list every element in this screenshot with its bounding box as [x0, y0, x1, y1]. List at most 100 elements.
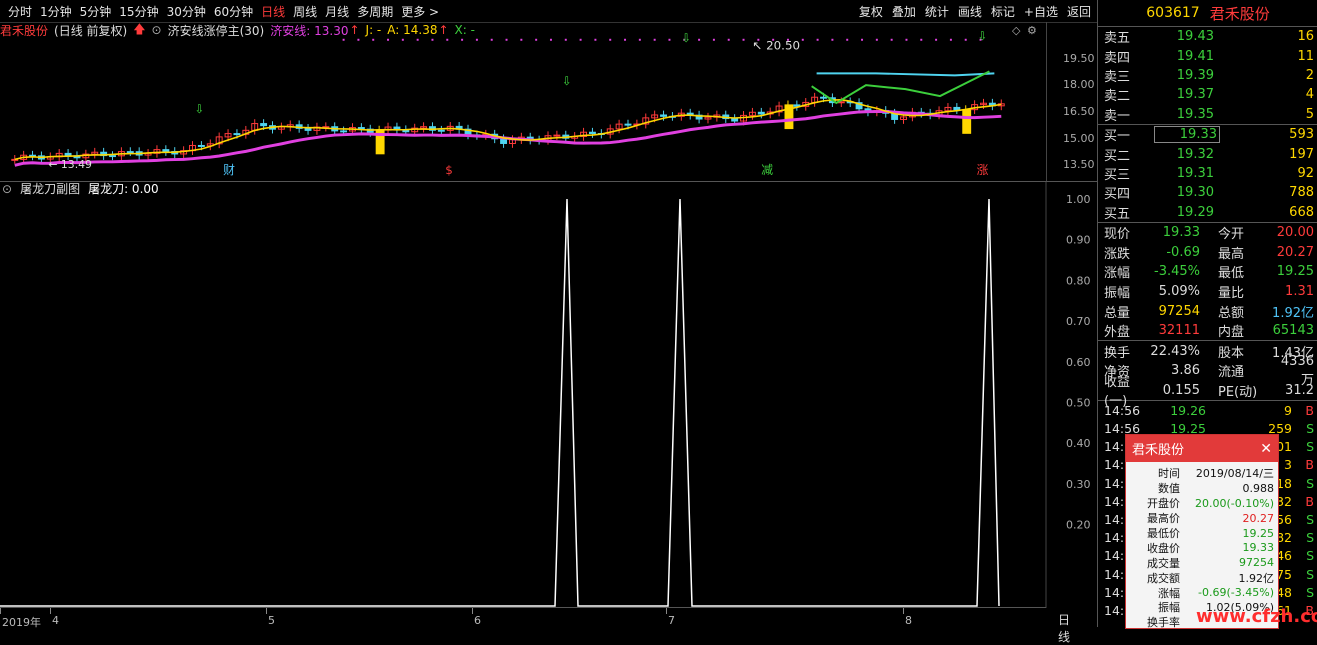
signal-dot [535, 38, 538, 41]
popup-row: 最低价 19.25 [1126, 526, 1278, 541]
tool-button[interactable]: 画线 [958, 3, 982, 20]
tool-button[interactable]: 标记 [991, 3, 1015, 20]
period-tab[interactable]: 月线 [325, 3, 349, 20]
tool-button[interactable]: 复权 [859, 3, 883, 20]
period-tab[interactable]: 30分钟 [167, 3, 206, 20]
period-tab[interactable]: 15分钟 [119, 3, 158, 20]
signal-dot [416, 38, 419, 41]
formula-name[interactable]: 济安线涨停主(30) [168, 22, 265, 39]
candle-body [731, 118, 739, 122]
jal-value: 济安线: 13.30 [270, 23, 349, 38]
quote-row: 收益(一) 0.155 PE(动) 31.2 [1098, 375, 1317, 409]
signal-dot [549, 38, 552, 41]
period-tab[interactable]: 1分钟 [40, 3, 72, 20]
chart-header: 君禾股份 (日线 前复权) 🡅 ⊙ 济安线涨停主(30) 济安线: 13.30 … [0, 22, 475, 38]
sub-tick-label: 1.00 [1066, 193, 1091, 206]
candle-body [126, 151, 134, 154]
close-icon[interactable]: ✕ [1260, 441, 1272, 457]
period-tab[interactable]: 周线 [293, 3, 317, 20]
tool-button[interactable]: 叠加 [892, 3, 916, 20]
tick-time: 14:56 [1104, 402, 1141, 418]
price-tick-label: 19.50 [1063, 52, 1095, 65]
order-row[interactable]: 卖二 19.37 4 [1098, 85, 1317, 104]
fundamental-stats: 换手 22.43% 股本 1.43亿 净资 3.86 流通 4336万 收益(一) 0.155 PE… [1098, 341, 1317, 409]
candle-body [757, 111, 765, 115]
order-row[interactable]: 卖五 19.43 16 [1098, 27, 1317, 46]
quote-label: 涨跌 [1104, 246, 1131, 262]
order-row[interactable]: 卖四 19.41 11 [1098, 46, 1317, 66]
signal-dot [831, 38, 834, 41]
signal-dot [964, 38, 967, 41]
quote-row: 现价 19.33 今开 20.00 [1098, 223, 1317, 243]
popup-value: 97254 [1239, 556, 1274, 570]
popup-row: 成交额 1.92亿 [1126, 570, 1278, 585]
period-tab[interactable]: 日线 [261, 3, 285, 20]
down-arrow-icon: ⇩ [194, 102, 204, 116]
order-price: 19.43 [1176, 29, 1214, 45]
down-arrow-icon: ⇩ [978, 29, 988, 43]
diamond-icon[interactable]: ◇ [1012, 24, 1020, 37]
quote-title: 603617 君禾股份 [1098, 0, 1317, 27]
period-tab[interactable]: 多周期 [357, 3, 393, 20]
quote-label: PE(动) [1218, 384, 1258, 400]
event-tag: 财 [223, 163, 235, 177]
popup-key: 换手率 [1147, 616, 1180, 630]
a-arrow-icon: ↑ [438, 23, 449, 37]
signal-dot [520, 38, 523, 41]
tool-button[interactable]: 统计 [925, 3, 949, 20]
quote-value: 19.25 [1276, 264, 1314, 280]
signal-dot [475, 38, 478, 41]
date-tick-mark [666, 608, 667, 614]
quote-value: 32111 [1158, 323, 1200, 339]
order-row[interactable]: 卖三 19.39 2 [1098, 66, 1317, 85]
tick-side: S [1306, 530, 1314, 546]
high-annotation: ↖ 20.50 [752, 39, 800, 53]
popup-key: 时间 [1158, 467, 1180, 481]
popup-key: 最高价 [1147, 512, 1180, 526]
kline-chart[interactable]: ↖ 20.50 ← 13.49 财 $ 减 涨 ⇩ ⇩ ⇩ ⇩ [0, 22, 1097, 180]
period-tab[interactable]: 更多 > [401, 3, 439, 20]
order-row[interactable]: 买二 19.32 197 [1098, 144, 1317, 164]
down-arrow-icon: ⇩ [681, 31, 691, 45]
popup-title: 君禾股份 [1132, 443, 1185, 458]
sub-toggle-icon[interactable]: ⊙ [2, 182, 12, 196]
order-row[interactable]: 买五 19.29 668 [1098, 203, 1317, 222]
order-row[interactable]: 卖一 19.35 5 [1098, 105, 1317, 124]
signal-dot [638, 38, 641, 41]
candle-body [260, 123, 268, 127]
tick-side: S [1306, 439, 1314, 455]
tick-side: S [1306, 511, 1314, 527]
quote-label: 量比 [1218, 285, 1245, 301]
period-tab[interactable]: 60分钟 [214, 3, 253, 20]
date-tick-mark [0, 608, 1, 614]
signal-dot [431, 38, 434, 41]
sub-tick-label: 0.20 [1066, 519, 1091, 532]
order-row[interactable]: 买一 19.33 593 [1098, 125, 1317, 144]
formula-toggle-icon[interactable]: ⊙ [152, 23, 162, 37]
date-tick-label: 8 [905, 614, 912, 627]
j-value: J: - [365, 23, 382, 37]
sub-indicator-chart[interactable]: 1.00 0.90 0.80 0.70 0.60 0.50 0.40 0.30 0.20 [0, 181, 1097, 608]
order-row[interactable]: 买四 19.30 788 [1098, 183, 1317, 202]
tick-row: 14:56 19.26 9 B [1098, 401, 1317, 419]
tool-button[interactable]: +自选 [1024, 3, 1058, 20]
tulongdao-line [0, 198, 1000, 607]
green-line [811, 70, 990, 105]
period-tab[interactable]: 分时 [8, 3, 32, 20]
quote-label: 涨幅 [1104, 266, 1131, 282]
popup-row: 收盘价 19.33 [1126, 540, 1278, 555]
quote-row: 外盘 32111 内盘 65143 [1098, 321, 1317, 341]
ask-book: 卖五 19.43 16 卖四 19.41 11 卖三 19.39 2 卖二 19.37 4 卖一 19.3… [1098, 27, 1317, 125]
quote-value: 31.2 [1285, 382, 1314, 398]
tool-button[interactable]: 返回 [1067, 3, 1091, 20]
quote-stats: 现价 19.33 今开 20.00 涨跌 -0.69 最高 20.27 涨幅 -3.45% 最低 19… [1098, 223, 1317, 342]
order-row[interactable]: 买三 19.31 92 [1098, 164, 1317, 183]
signal-dot [490, 38, 493, 41]
period-tab[interactable]: 5分钟 [80, 3, 112, 20]
quote-label: 今开 [1218, 227, 1245, 243]
popup-row: 时间 2019/08/14/三 [1126, 466, 1278, 481]
gear-icon[interactable]: ⚙ [1027, 24, 1037, 37]
sub-tick-label: 0.70 [1066, 315, 1091, 328]
signal-dot [949, 38, 952, 41]
popup-value: 19.33 [1242, 541, 1275, 555]
